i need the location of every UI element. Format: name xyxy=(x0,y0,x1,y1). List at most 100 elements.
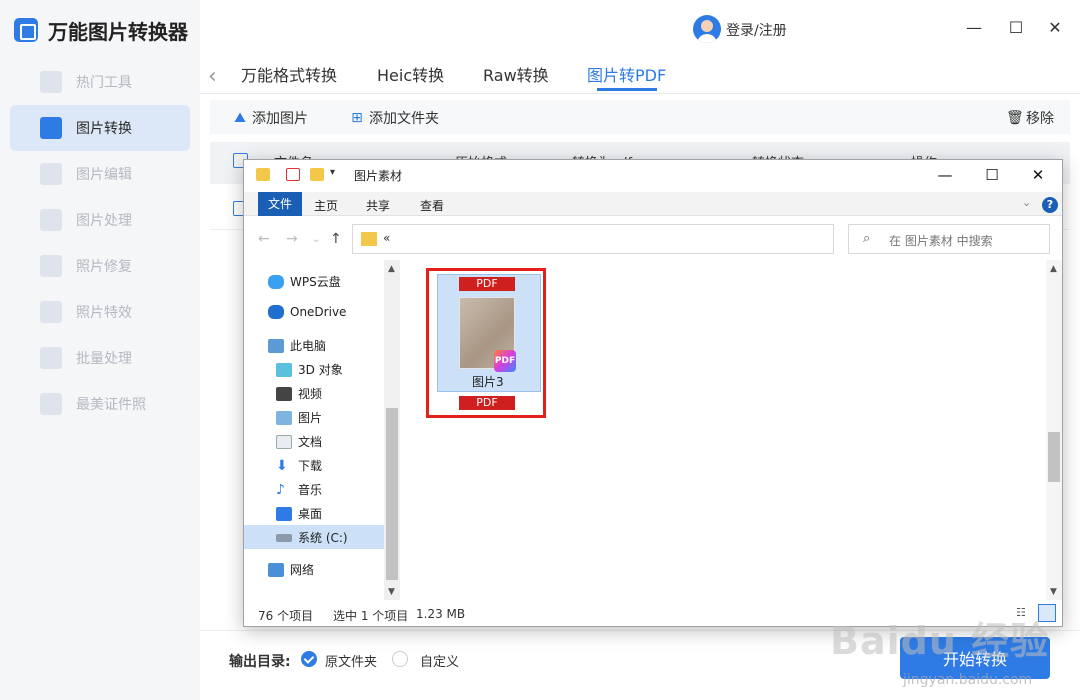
nav-item-music[interactable]: ♪ 音乐 xyxy=(276,481,322,498)
id-photo-icon xyxy=(40,393,62,415)
sidebar-item-image-convert[interactable]: 图片转换 xyxy=(10,105,190,151)
trash-icon: 🗑 xyxy=(1006,110,1024,126)
new-folder-icon[interactable] xyxy=(310,168,324,181)
nav-item-pictures[interactable]: 图片 xyxy=(276,409,322,426)
photo-repair-icon xyxy=(40,255,62,277)
back-arrow-icon[interactable]: ← xyxy=(258,231,270,247)
app-logo-icon xyxy=(14,18,38,42)
nav-item-documents[interactable]: 文档 xyxy=(276,433,322,450)
content-scrollbar[interactable] xyxy=(1046,260,1062,600)
chevron-down-icon[interactable]: ▾ xyxy=(330,167,335,178)
content-scrollbar-thumb[interactable] xyxy=(1048,432,1060,482)
add-image-button[interactable]: ⛰ 添加图片 xyxy=(232,108,308,128)
app-title: 万能图片转换器 xyxy=(48,20,188,44)
forward-arrow-icon[interactable]: → xyxy=(286,231,298,247)
login-link[interactable]: 登录/注册 xyxy=(726,20,787,40)
tab-heic[interactable]: Heic转换 xyxy=(377,62,444,86)
radio-source-folder-label[interactable]: 原文件夹 xyxy=(325,651,377,670)
nav-scrollbar-thumb[interactable] xyxy=(386,408,398,580)
ribbon-tab-view[interactable]: 查看 xyxy=(420,197,444,214)
remove-button[interactable]: 🗑 移除 xyxy=(1006,108,1054,128)
help-icon[interactable]: ? xyxy=(1042,197,1058,213)
sidebar-item-label: 照片特效 xyxy=(76,305,132,321)
image-convert-icon xyxy=(40,117,62,139)
download-icon: ⬇ xyxy=(276,457,288,474)
nav-item-onedrive[interactable]: OneDrive xyxy=(268,305,346,319)
video-icon xyxy=(276,386,292,401)
properties-icon[interactable] xyxy=(286,168,300,181)
add-folder-button[interactable]: ⊞ 添加文件夹 xyxy=(349,108,439,128)
add-folder-icon: ⊞ xyxy=(351,110,363,126)
item-count: 76 个项目 xyxy=(258,609,314,623)
sidebar-item-label: 图片处理 xyxy=(76,213,132,229)
image-edit-icon xyxy=(40,163,62,185)
nav-item-label: 文档 xyxy=(298,435,323,449)
tab-raw[interactable]: Raw转换 xyxy=(483,62,549,86)
search-icon: ⌕ xyxy=(863,231,871,246)
recent-locations-icon[interactable]: ⌄ xyxy=(312,234,320,245)
file-open-dialog: ▾ 图片素材 — ☐ ✕ 文件 主页 共享 查看 ⌄ ? ← → ⌄ ↑ « ⌄… xyxy=(243,159,1063,627)
radio-source-folder[interactable] xyxy=(301,651,317,667)
nav-item-network[interactable]: 网络 xyxy=(268,561,314,578)
network-icon xyxy=(268,562,284,577)
music-icon: ♪ xyxy=(276,481,285,498)
sidebar-item-label: 批量处理 xyxy=(76,351,132,367)
3d-objects-icon xyxy=(276,362,292,377)
dialog-maximize-icon[interactable]: ☐ xyxy=(977,164,1007,186)
radio-custom-label[interactable]: 自定义 xyxy=(420,651,459,670)
nav-item-downloads[interactable]: ⬇ 下载 xyxy=(276,457,322,474)
sidebar-item-id-photo[interactable]: 最美证件照 xyxy=(10,381,190,427)
remove-label: 移除 xyxy=(1026,111,1054,127)
nav-item-this-pc[interactable]: 此电脑 xyxy=(268,337,326,354)
computer-icon xyxy=(268,338,284,353)
cloud-icon xyxy=(268,274,284,289)
ribbon-tab-home[interactable]: 主页 xyxy=(314,197,338,214)
dialog-minimize-icon[interactable]: — xyxy=(930,164,960,186)
tab-universal-format[interactable]: 万能格式转换 xyxy=(241,62,337,86)
ribbon-expand-icon[interactable]: ⌄ xyxy=(1022,196,1031,209)
sidebar-item-label: 图片转换 xyxy=(76,121,132,137)
maximize-icon[interactable]: ☐ xyxy=(1006,18,1026,38)
add-image-icon: ⛰ xyxy=(234,110,246,126)
sidebar-item-label: 照片修复 xyxy=(76,259,132,275)
batch-icon xyxy=(40,347,62,369)
nav-item-desktop[interactable]: 桌面 xyxy=(276,505,322,522)
nav-item-video[interactable]: 视频 xyxy=(276,385,322,402)
close-icon[interactable]: ✕ xyxy=(1045,18,1065,38)
nav-item-wps-cloud[interactable]: WPS云盘 xyxy=(268,273,341,290)
radio-custom[interactable] xyxy=(392,651,408,667)
scroll-up-icon[interactable]: ▲ xyxy=(1050,264,1057,274)
documents-icon xyxy=(276,434,292,449)
nav-item-system-drive[interactable]: 系统 (C:) xyxy=(276,529,348,546)
avatar[interactable] xyxy=(693,15,721,43)
ribbon-tab-share[interactable]: 共享 xyxy=(366,197,390,214)
nav-item-label: 视频 xyxy=(298,387,323,401)
sidebar-item-photo-repair[interactable]: 照片修复 xyxy=(10,243,190,289)
nav-item-label: 音乐 xyxy=(298,483,323,497)
image-process-icon xyxy=(40,209,62,231)
scroll-down-icon[interactable]: ▼ xyxy=(388,587,395,597)
dialog-close-icon[interactable]: ✕ xyxy=(1023,164,1053,186)
sidebar-item-batch[interactable]: 批量处理 xyxy=(10,335,190,381)
tab-image-to-pdf[interactable]: 图片转PDF xyxy=(587,62,666,86)
watermark-logo: Baidu 经验 xyxy=(830,619,1050,663)
search-input[interactable]: ⌕ 在 图片素材 中搜索 xyxy=(848,224,1050,254)
address-bar[interactable]: « ⌄ ↻ xyxy=(352,224,933,254)
nav-item-label: 图片 xyxy=(298,411,323,425)
output-dir-label: 输出目录: xyxy=(229,654,291,670)
sidebar-item-image-process[interactable]: 图片处理 xyxy=(10,197,190,243)
chevron-left-icon[interactable]: ‹ xyxy=(208,64,217,89)
dialog-title: 图片素材 xyxy=(354,169,403,183)
nav-item-label: 系统 (C:) xyxy=(298,531,348,545)
scroll-up-icon[interactable]: ▲ xyxy=(388,264,395,274)
minimize-icon[interactable]: — xyxy=(964,18,984,38)
ribbon-tab-file[interactable]: 文件 xyxy=(258,192,302,216)
sidebar-item-image-edit[interactable]: 图片编辑 xyxy=(10,151,190,197)
nav-item-label: WPS云盘 xyxy=(290,275,341,289)
sidebar-item-hot-tools[interactable]: 热门工具 xyxy=(10,59,190,105)
scroll-down-icon[interactable]: ▼ xyxy=(1050,587,1057,597)
drive-icon xyxy=(276,533,292,542)
sidebar-item-photo-effects[interactable]: 照片特效 xyxy=(10,289,190,335)
nav-item-3d-objects[interactable]: 3D 对象 xyxy=(276,361,343,378)
up-arrow-icon[interactable]: ↑ xyxy=(330,231,342,247)
